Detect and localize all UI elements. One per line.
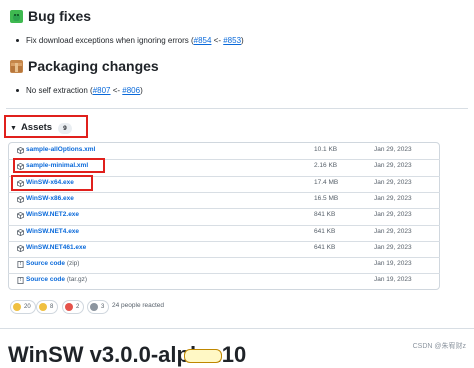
asset-row: Source code (tar.gz) Jan 19, 2023: [8, 273, 440, 289]
asset-link[interactable]: WinSW.NET4.exe: [26, 228, 79, 235]
asset-date: Jan 29, 2023: [374, 146, 412, 153]
bug-fixes-heading: Bug fixes: [28, 8, 92, 24]
packaging-text: No self extraction (: [26, 86, 93, 95]
reaction-thumbs-up[interactable]: 20: [10, 300, 36, 314]
package-icon: [17, 228, 24, 236]
asset-link[interactable]: WinSW.NET2.exe: [26, 211, 79, 218]
package-icon: [17, 212, 24, 220]
bullet-dot: [16, 88, 19, 92]
asset-date: Jan 29, 2023: [374, 227, 412, 235]
reactions-summary: 24 people reacted: [112, 302, 165, 309]
asset-size: 841 KB: [314, 211, 336, 219]
arrow-text: <-: [110, 86, 123, 95]
asset-date: Jan 29, 2023: [374, 194, 412, 202]
reaction-laugh[interactable]: 8: [36, 300, 59, 314]
reaction-count: 2: [76, 304, 80, 310]
issue-link-853[interactable]: #853: [223, 36, 241, 45]
asset-size: 641 KB: [314, 243, 336, 251]
heart-icon: [65, 303, 73, 311]
row-separator: [8, 208, 440, 210]
package-emoji-icon: [10, 60, 23, 73]
asset-size: 10.1 KB: [314, 146, 338, 153]
arrow-text: <-: [211, 36, 224, 45]
row-separator: [8, 224, 440, 226]
asset-row: WinSW.NET461.exe 641 KB Jan 29, 2023: [8, 240, 440, 257]
asset-size: 17.4 MB: [314, 178, 339, 186]
row-separator: [8, 273, 440, 275]
packaging-item: No self extraction (#807 <- #806): [16, 86, 143, 95]
asset-date: Jan 19, 2023: [374, 260, 412, 268]
thumbs-up-icon: [13, 303, 21, 311]
asset-suffix: (zip): [65, 260, 80, 268]
asset-row: WinSW.NET2.exe 841 KB Jan 29, 2023: [8, 208, 440, 224]
asset-size: 641 KB: [314, 227, 336, 235]
row-separator: [8, 257, 440, 259]
row-separator: [8, 191, 440, 193]
asset-row: WinSW-x86.exe 16.5 MB Jan 29, 2023: [8, 191, 440, 208]
asset-link[interactable]: sample-allOptions.xml: [26, 146, 95, 153]
laugh-icon: [39, 303, 47, 311]
package-icon: [17, 195, 24, 203]
divider: [0, 328, 474, 329]
asset-size: 16.5 MB: [314, 194, 339, 202]
asset-date: Jan 29, 2023: [374, 178, 412, 186]
issue-link-854[interactable]: #854: [194, 36, 212, 45]
reaction-count: 20: [24, 304, 31, 310]
asset-link[interactable]: Source code (zip): [26, 260, 79, 267]
asset-date: Jan 29, 2023: [374, 211, 412, 219]
file-zip-icon: [17, 277, 24, 285]
asset-row: sample-allOptions.xml 10.1 KB Jan 29, 2023: [8, 143, 440, 159]
asset-row: Source code (zip) Jan 19, 2023: [8, 257, 440, 273]
file-zip-icon: [17, 261, 24, 269]
row-highlight-box: [13, 158, 105, 173]
asset-date: Jan 29, 2023: [374, 162, 412, 170]
bug-icon: [10, 10, 23, 23]
packaging-changes-heading: Packaging changes: [28, 58, 159, 74]
package-icon: [17, 146, 24, 154]
asset-size: 2.16 KB: [314, 162, 338, 170]
row-highlight-box: [11, 175, 93, 191]
asset-suffix: (tar.gz): [65, 276, 88, 284]
row-separator: [8, 240, 440, 242]
rocket-icon: [90, 303, 98, 311]
bug-fix-item: Fix download exceptions when ignoring er…: [16, 36, 244, 45]
reaction-count: 8: [50, 304, 54, 310]
bullet-dot: [16, 38, 19, 42]
issue-link-807[interactable]: #807: [93, 86, 111, 95]
asset-date: Jan 29, 2023: [374, 243, 412, 251]
bug-fix-text: Fix download exceptions when ignoring er…: [26, 36, 194, 45]
close-paren: ): [140, 86, 143, 95]
asset-link[interactable]: WinSW.NET461.exe: [26, 244, 86, 251]
issue-link-806[interactable]: #806: [122, 86, 140, 95]
reaction-count: 3: [101, 304, 105, 310]
close-paren: ): [241, 36, 244, 45]
pre-release-badge: [184, 349, 222, 363]
package-icon: [17, 244, 24, 252]
asset-link[interactable]: WinSW-x86.exe: [26, 195, 74, 202]
asset-link[interactable]: Source code (tar.gz): [26, 276, 87, 283]
asset-row: WinSW.NET4.exe 641 KB Jan 29, 2023: [8, 224, 440, 241]
assets-highlight-box: [4, 115, 88, 138]
reaction-rocket[interactable]: 3: [87, 300, 110, 314]
divider: [6, 108, 468, 109]
asset-date: Jan 19, 2023: [374, 276, 412, 284]
reaction-heart[interactable]: 2: [62, 300, 85, 314]
watermark: CSDN @朱宥财z: [410, 340, 468, 352]
